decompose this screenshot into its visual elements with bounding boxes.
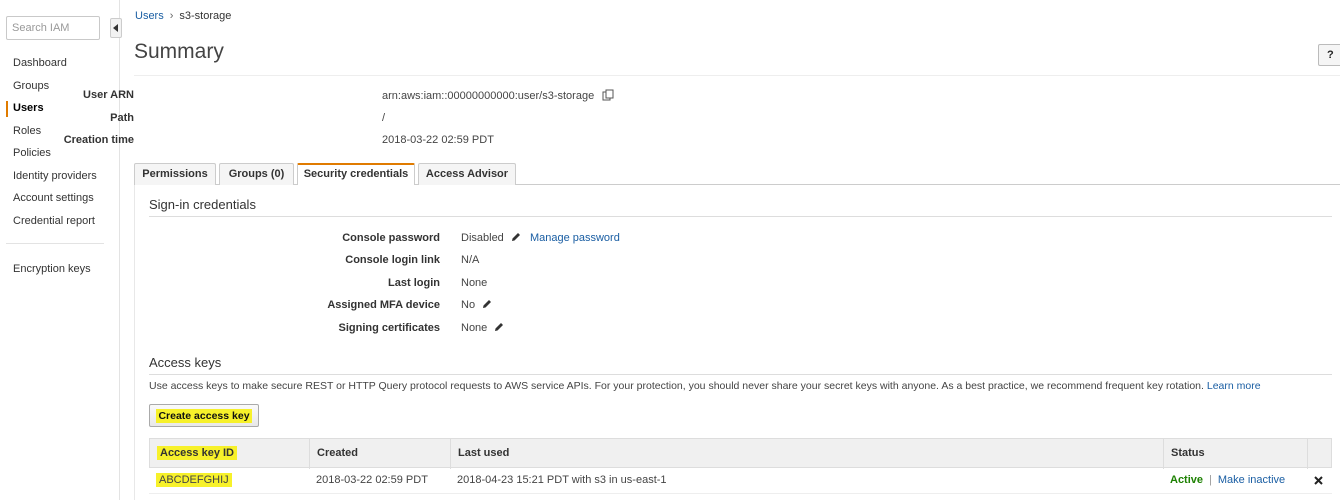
column-header-created[interactable]: Created [310, 439, 451, 469]
breadcrumb-current: s3-storage [179, 10, 232, 22]
console-password-label: Console password [342, 232, 440, 244]
console-login-link-label: Console login link [345, 254, 440, 266]
page-title: Summary [134, 40, 224, 63]
creation-time-label: Creation time [63, 134, 134, 146]
created-cell: 2018-03-22 02:59 PDT [316, 474, 428, 486]
mfa-device-label: Assigned MFA device [327, 299, 440, 311]
breadcrumb-users-link[interactable]: Users [135, 10, 164, 22]
sidebar-divider [6, 243, 104, 244]
chevron-right-icon: › [169, 10, 174, 22]
last-login-value: None [461, 277, 488, 289]
copy-icon[interactable] [602, 89, 614, 101]
status-separator: | [1209, 474, 1212, 486]
signin-divider [149, 216, 1332, 217]
sidebar-item-dashboard[interactable]: Dashboard [0, 52, 110, 75]
access-keys-divider [149, 374, 1332, 375]
column-header-status[interactable]: Status [1164, 439, 1308, 469]
pencil-icon[interactable] [511, 232, 521, 242]
search-input[interactable] [6, 16, 100, 40]
sidebar-item-credential-report[interactable]: Credential report [0, 210, 110, 233]
creation-time-value: 2018-03-22 02:59 PDT [382, 134, 494, 146]
tab-access-advisor[interactable]: Access Advisor [418, 163, 516, 185]
access-keys-section-title: Access keys [149, 355, 222, 370]
make-inactive-link[interactable]: Make inactive [1218, 474, 1285, 486]
sidebar-item-encryption-keys[interactable]: Encryption keys [13, 263, 91, 275]
user-arn-value: arn:aws:iam::00000000000:user/s3-storage [382, 89, 614, 102]
tab-security-credentials[interactable]: Security credentials [297, 163, 415, 186]
create-access-key-button[interactable]: Create access key [149, 404, 259, 427]
signing-certificates-value: None [461, 322, 504, 334]
path-value: / [382, 112, 386, 124]
signing-certificates-label: Signing certificates [338, 322, 440, 334]
table-header: Access key ID Created Last used Status [149, 438, 1332, 469]
learn-more-link[interactable]: Learn more [1207, 380, 1261, 392]
sidebar-item-account-settings[interactable]: Account settings [0, 187, 110, 210]
column-header-access-key-id[interactable]: Access key ID [150, 439, 310, 469]
console-login-link-value: N/A [461, 254, 480, 266]
user-summary: User ARN arn:aws:iam::00000000000:user/s… [64, 75, 1340, 157]
path-label: Path [110, 112, 134, 124]
last-login-label: Last login [388, 277, 440, 289]
console-password-value: Disabled Manage password [461, 232, 620, 244]
column-header-last-used[interactable]: Last used [451, 439, 1164, 469]
signin-section-title: Sign-in credentials [149, 197, 256, 212]
tab-groups[interactable]: Groups (0) [219, 163, 294, 185]
caret-left-icon [113, 24, 118, 32]
mfa-device-value: No [461, 299, 492, 311]
access-key-id-cell: ABCDEFGHIJ [149, 468, 232, 494]
sidebar: Dashboard Groups Users Roles Policies Id… [0, 0, 120, 500]
tab-permissions[interactable]: Permissions [134, 163, 216, 185]
pencil-icon[interactable] [482, 299, 492, 309]
sidebar-collapse-button[interactable] [110, 18, 122, 38]
user-arn-label: User ARN [83, 89, 134, 101]
breadcrumb: Users › s3-storage [135, 10, 231, 22]
pencil-icon[interactable] [494, 322, 504, 332]
sidebar-item-identity-providers[interactable]: Identity providers [0, 165, 110, 188]
access-keys-description: Use access keys to make secure REST or H… [149, 380, 1261, 392]
delete-key-icon[interactable] [1314, 476, 1323, 485]
status-cell: Active | Make inactive [1163, 468, 1285, 494]
help-button[interactable]: ? [1318, 44, 1340, 66]
last-used-cell: 2018-04-23 15:21 PDT with s3 in us-east-… [457, 474, 667, 486]
status-badge: Active [1170, 474, 1204, 486]
table-row: ABCDEFGHIJ 2018-03-22 02:59 PDT 2018-04-… [149, 468, 1332, 494]
manage-password-link[interactable]: Manage password [530, 232, 620, 244]
